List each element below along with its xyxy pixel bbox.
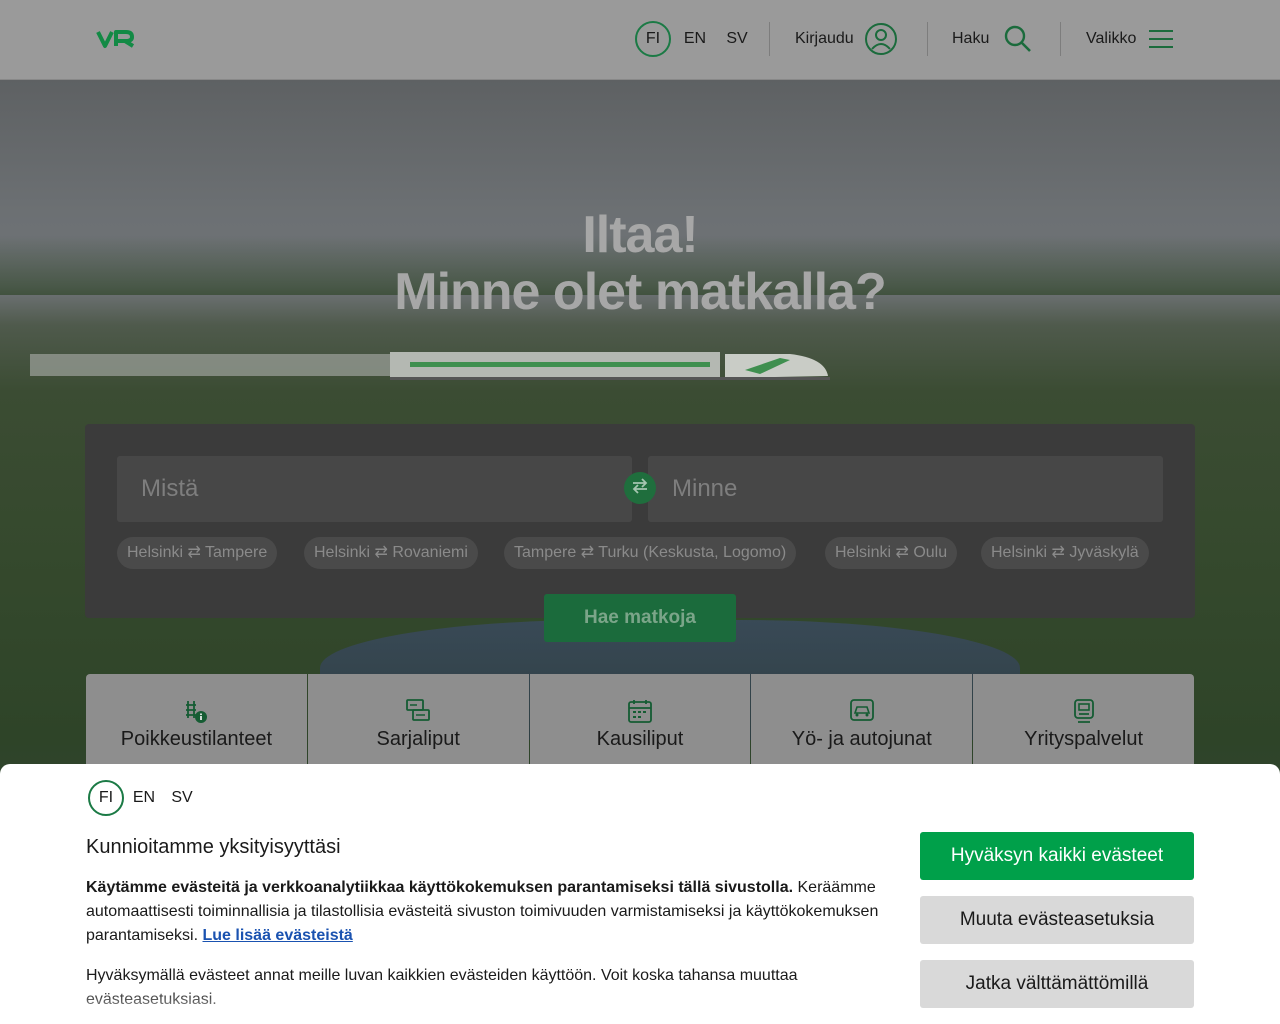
swap-arrows-icon: ⇄ — [580, 544, 595, 561]
car-train-icon — [849, 698, 875, 724]
cookie-description-bold: Käytämme evästeitä ja verkkoanalytiikkaa… — [86, 879, 794, 896]
search-label: Haku — [952, 30, 990, 47]
swap-arrows-icon — [631, 477, 649, 499]
tile-label: Sarjaliput — [376, 728, 460, 750]
tile-label: Poikkeustilanteet — [120, 728, 272, 750]
header-language-switcher: FI EN SV — [635, 21, 761, 57]
journey-search-panel: Mistä Minne Helsinki ⇄ Tampere Helsinki … — [85, 424, 1195, 642]
change-cookie-settings-button[interactable]: Muuta evästeasetuksia — [920, 896, 1194, 944]
search-button[interactable]: Haku — [952, 20, 1033, 58]
necessary-cookies-only-button[interactable]: Jatka välttämättömillä — [920, 960, 1194, 1008]
route-chip[interactable]: Tampere ⇄ Turku (Keskusta, Logomo) — [504, 537, 797, 569]
lang-sv[interactable]: SV — [719, 21, 755, 57]
from-field[interactable]: Mistä — [117, 456, 632, 522]
cookie-lang-fi[interactable]: FI — [88, 780, 124, 816]
lang-fi[interactable]: FI — [635, 21, 671, 57]
route-chip[interactable]: Helsinki ⇄ Rovaniemi — [304, 537, 478, 569]
tile-business-services[interactable]: Yrityspalvelut — [973, 674, 1194, 766]
swap-arrows-icon: ⇄ — [895, 544, 909, 561]
site-header: FI EN SV Kirjaudu Haku Valikko — [0, 0, 1280, 80]
cookie-read-more-link[interactable]: Lue lisää evästeistä — [203, 927, 353, 944]
tile-disruptions[interactable]: Poikkeustilanteet — [86, 674, 307, 766]
login-label: Kirjaudu — [795, 30, 854, 47]
quick-link-tiles: Poikkeustilanteet Sarjaliput Kausiliput … — [86, 674, 1194, 766]
lang-en[interactable]: EN — [677, 21, 713, 57]
to-field[interactable]: Minne — [648, 456, 1163, 522]
search-journeys-button[interactable]: Hae matkoja — [544, 594, 736, 642]
disruption-info-icon — [183, 698, 209, 724]
login-button[interactable]: Kirjaudu — [795, 20, 898, 58]
tile-series-tickets[interactable]: Sarjaliput — [307, 674, 529, 766]
cookie-consent-banner: FI EN SV Kunnioitamme yksityisyyttäsi Kä… — [0, 764, 1280, 1024]
route-chip[interactable]: Helsinki ⇄ Tampere — [117, 537, 278, 569]
header-divider — [927, 22, 928, 56]
accept-all-cookies-button[interactable]: Hyväksyn kaikki evästeet — [920, 832, 1194, 880]
business-train-icon — [1071, 698, 1097, 724]
cookie-language-switcher: FI EN SV — [88, 780, 202, 816]
tile-night-car-trains[interactable]: Yö- ja autojunat — [751, 674, 973, 766]
search-icon — [1003, 24, 1033, 54]
hero-question: Minne olet matkalla? — [394, 263, 886, 321]
season-ticket-calendar-icon — [627, 698, 653, 724]
cookie-description: Käytämme evästeitä ja verkkoanalytiikkaa… — [86, 876, 886, 948]
route-chip[interactable]: Helsinki ⇄ Jyväskylä — [981, 537, 1149, 569]
tile-label: Yrityspalvelut — [1024, 728, 1144, 750]
cookie-title: Kunnioitamme yksityisyyttäsi — [86, 836, 341, 858]
series-ticket-icon — [405, 698, 431, 724]
user-icon — [864, 22, 898, 56]
swap-button[interactable] — [624, 472, 656, 504]
header-divider — [769, 22, 770, 56]
menu-label: Valikko — [1086, 30, 1137, 47]
hero-greeting: Iltaa! — [582, 206, 698, 264]
hamburger-icon — [1148, 29, 1174, 49]
swap-arrows-icon: ⇄ — [374, 544, 388, 561]
swap-arrows-icon: ⇄ — [1051, 544, 1065, 561]
cookie-lang-en[interactable]: EN — [126, 780, 162, 816]
tile-label: Yö- ja autojunat — [791, 728, 932, 750]
tile-season-tickets[interactable]: Kausiliput — [529, 674, 751, 766]
swap-arrows-icon: ⇄ — [187, 544, 201, 561]
cookie-consent-note: Hyväksymällä evästeet annat meille luvan… — [86, 967, 798, 1008]
train-image — [30, 352, 830, 380]
route-chip[interactable]: Helsinki ⇄ Oulu — [825, 537, 958, 569]
tile-label: Kausiliput — [596, 728, 684, 750]
cookie-lang-sv[interactable]: SV — [164, 780, 200, 816]
header-divider — [1060, 22, 1061, 56]
menu-button[interactable]: Valikko — [1086, 20, 1174, 58]
vr-logo[interactable] — [96, 28, 136, 50]
